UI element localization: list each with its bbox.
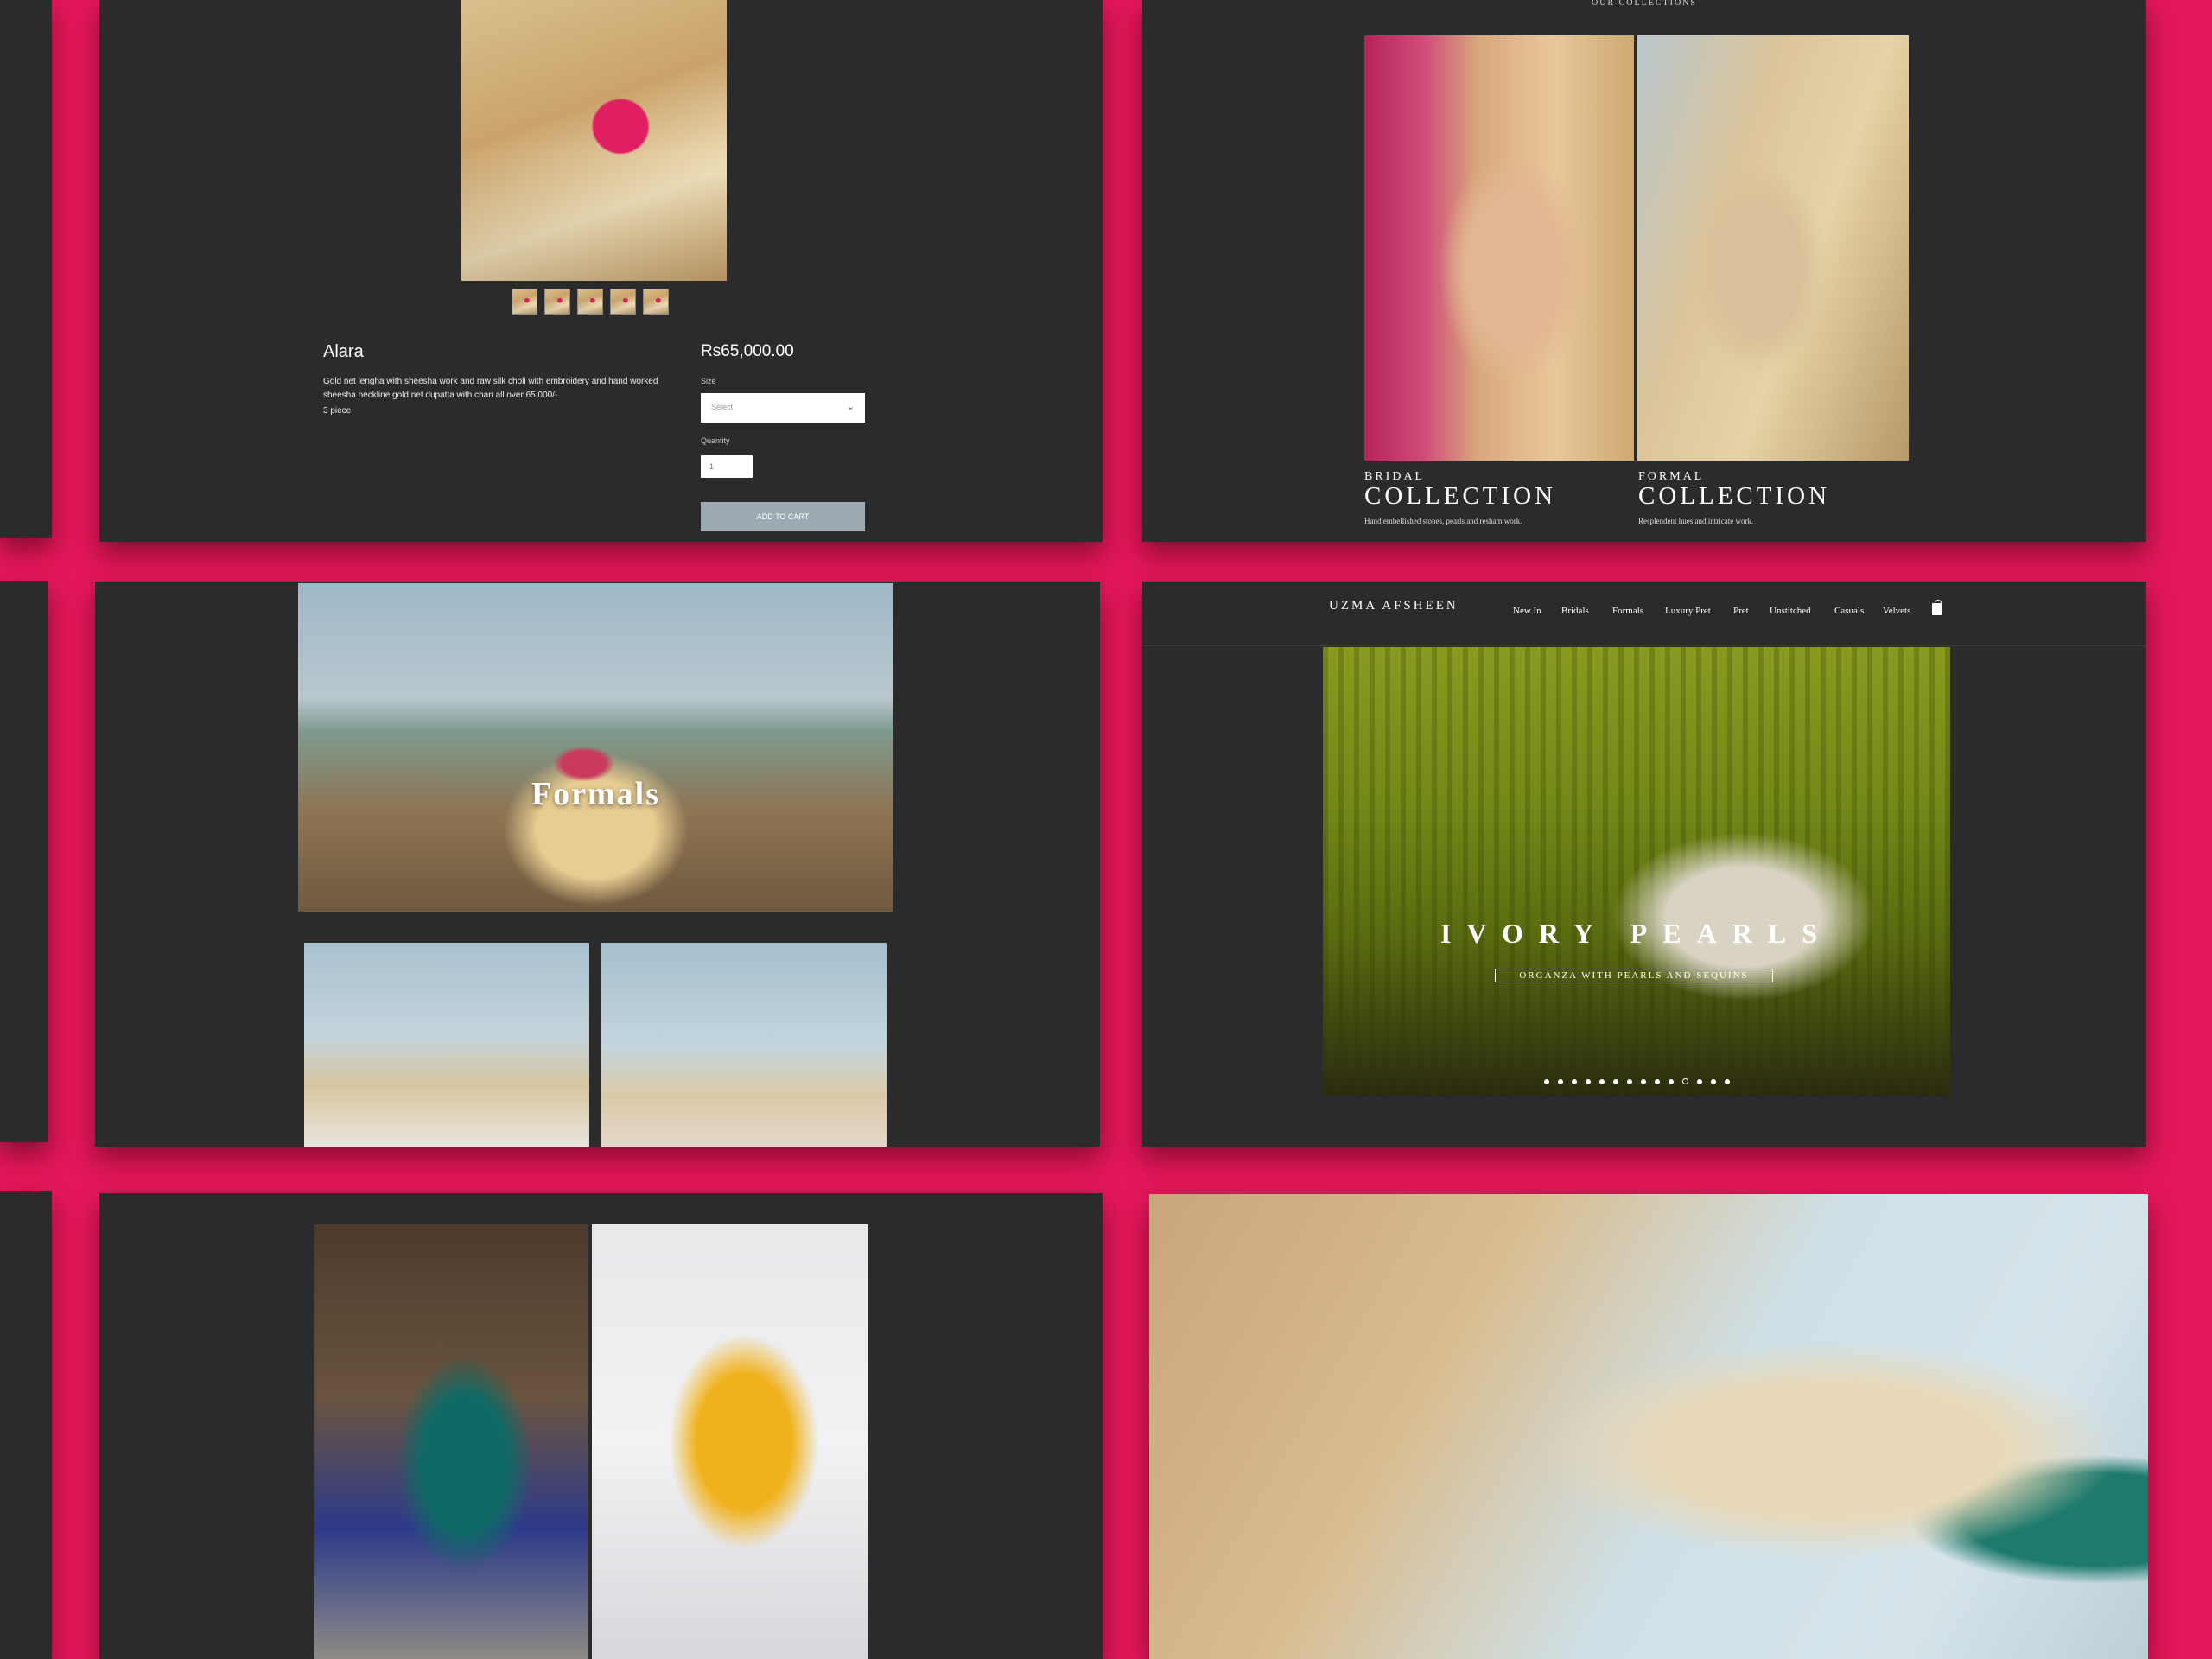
product-price: Rs65,000.00 xyxy=(701,342,794,360)
formals-banner-image[interactable]: Formals xyxy=(298,583,893,912)
slider-dot-8[interactable] xyxy=(1640,1079,1646,1084)
slider-dot-3[interactable] xyxy=(1571,1079,1577,1084)
product-pieces: 3 piece xyxy=(323,406,352,416)
slider-dot-11[interactable] xyxy=(1681,1078,1688,1084)
slider-dot-13[interactable] xyxy=(1710,1079,1716,1084)
formals-page-panel: Formals xyxy=(95,582,1100,1147)
nav-unstitched[interactable]: Unstitched xyxy=(1770,606,1811,616)
hero-slider-dots[interactable] xyxy=(1323,1073,1950,1089)
slider-dot-2[interactable] xyxy=(1557,1079,1563,1084)
model-hero-image[interactable] xyxy=(1149,1194,2148,1659)
quantity-input[interactable] xyxy=(701,455,753,478)
panel-edge-top xyxy=(0,0,52,538)
casual-yellow-outfit-image[interactable] xyxy=(592,1224,868,1659)
quantity-label: Quantity xyxy=(701,436,730,445)
slider-dot-1[interactable] xyxy=(1543,1079,1549,1084)
nav-luxury-pret[interactable]: Luxury Pret xyxy=(1665,606,1711,616)
casuals-panel xyxy=(99,1193,1103,1659)
product-thumbnail-1[interactable] xyxy=(512,289,537,315)
nav-pret[interactable]: Pret xyxy=(1733,606,1749,616)
formal-caption: Resplendent hues and intricate work. xyxy=(1638,517,1754,525)
size-select-value: Select xyxy=(711,403,734,411)
formals-product-image-2[interactable] xyxy=(601,943,887,1147)
product-description: Gold net lengha with sheesha work and ra… xyxy=(323,377,658,400)
bridal-title[interactable]: COLLECTION xyxy=(1364,482,1556,511)
slider-dot-14[interactable] xyxy=(1724,1079,1730,1084)
formal-collection-image[interactable] xyxy=(1637,35,1909,461)
slider-dot-12[interactable] xyxy=(1696,1079,1702,1084)
site-header: UZMA AFSHEEN New In Bridals Formals Luxu… xyxy=(1142,582,2146,646)
nav-velvets[interactable]: Velvets xyxy=(1883,606,1910,616)
slider-dot-9[interactable] xyxy=(1654,1079,1660,1084)
casual-teal-outfit-image[interactable] xyxy=(314,1224,588,1659)
shopping-bag-icon[interactable] xyxy=(1932,600,1942,615)
product-main-image[interactable] xyxy=(461,0,727,281)
product-thumbnail-2[interactable] xyxy=(544,289,570,315)
add-to-cart-button[interactable]: ADD TO CART xyxy=(701,502,865,531)
home-page-panel: UZMA AFSHEEN New In Bridals Formals Luxu… xyxy=(1142,582,2146,1147)
panel-edge-bottom xyxy=(0,1191,52,1659)
product-page-panel: Alara Gold net lengha with sheesha work … xyxy=(99,0,1103,542)
nav-bridals[interactable]: Bridals xyxy=(1561,606,1589,616)
bridal-caption: Hand embellished stones, pearls and resh… xyxy=(1364,517,1522,525)
hero-subtitle: ORGANZA WITH PEARLS AND SEQUINS xyxy=(1495,969,1773,982)
hero-photo-panel xyxy=(1149,1194,2148,1659)
formals-product-image-1[interactable] xyxy=(304,943,589,1147)
collections-heading: OUR COLLECTIONS xyxy=(1592,0,1697,8)
size-select[interactable]: Select ⌄ xyxy=(701,393,865,423)
collections-panel: OUR COLLECTIONS BRIDAL COLLECTION Hand e… xyxy=(1142,0,2146,542)
bridal-collection-image[interactable] xyxy=(1364,35,1634,461)
hero-slide-image[interactable]: IVORY PEARLS ORGANZA WITH PEARLS AND SEQ… xyxy=(1323,647,1950,1096)
site-logo[interactable]: UZMA AFSHEEN xyxy=(1329,599,1459,613)
nav-new-in[interactable]: New In xyxy=(1513,606,1541,616)
hero-title: IVORY PEARLS xyxy=(1440,918,1833,949)
slider-dot-4[interactable] xyxy=(1585,1079,1591,1084)
chevron-down-icon: ⌄ xyxy=(846,402,855,412)
slider-dot-7[interactable] xyxy=(1626,1079,1632,1084)
size-label: Size xyxy=(701,377,716,385)
formals-banner-title: Formals xyxy=(531,776,661,812)
nav-casuals[interactable]: Casuals xyxy=(1834,606,1864,616)
product-thumbnail-3[interactable] xyxy=(577,289,603,315)
slider-dot-10[interactable] xyxy=(1668,1079,1674,1084)
product-name: Alara xyxy=(323,342,364,361)
nav-formals[interactable]: Formals xyxy=(1612,606,1643,616)
slider-dot-6[interactable] xyxy=(1612,1079,1618,1084)
slider-dot-5[interactable] xyxy=(1599,1079,1605,1084)
formal-title[interactable]: COLLECTION xyxy=(1638,482,1830,511)
product-thumbnail-5[interactable] xyxy=(643,289,669,315)
product-thumbnail-4[interactable] xyxy=(610,289,636,315)
panel-edge-middle xyxy=(0,581,48,1142)
